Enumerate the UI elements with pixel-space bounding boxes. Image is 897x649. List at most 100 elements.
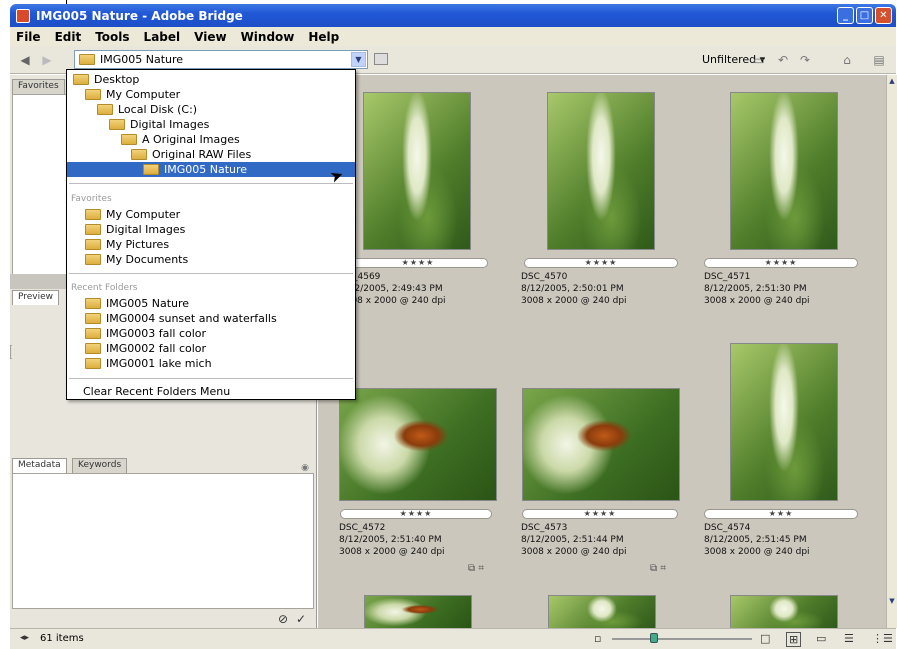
thumbnail-image[interactable] (339, 388, 497, 501)
dropdown-tree-item-selected[interactable]: IMG005 Nature (67, 162, 355, 177)
bridge-app-icon (16, 8, 30, 23)
edited-badge-icon: ⧉ ⌗ (650, 563, 666, 574)
dropdown-item-label: Original RAW Files (152, 148, 252, 161)
thumbnail-date: 8/12/2005, 2:51:30 PM (704, 284, 807, 294)
back-arrow-icon[interactable]: ◀ (18, 53, 32, 67)
folder-icon (85, 224, 101, 235)
thumbnail-image[interactable] (730, 92, 838, 250)
menu-edit[interactable]: Edit (55, 30, 82, 44)
zoom-in-icon[interactable]: □ (760, 632, 770, 645)
cancel-icon[interactable]: ⊘ (278, 612, 288, 626)
dropdown-item-label: My Documents (106, 253, 189, 266)
dropdown-tree-item[interactable]: Desktop (67, 72, 355, 87)
dropdown-favorite-item[interactable]: My Documents (67, 252, 355, 267)
folder-icon (85, 313, 101, 324)
minimize-button[interactable]: _ (837, 7, 854, 24)
filter-value: Unfiltered (702, 53, 757, 66)
rating-stars[interactable]: ★★★★ (340, 509, 492, 519)
content-area: ★★★★ _4569 8/12/2005, 2:49:43 PM 3008 x … (318, 75, 886, 628)
close-button[interactable]: ✕ (875, 7, 892, 24)
scroll-up-icon[interactable]: ▲ (887, 77, 897, 89)
dropdown-favorite-item[interactable]: My Pictures (67, 237, 355, 252)
rotate-right-icon[interactable]: ↷ (798, 53, 812, 67)
recent-folders-section-header: Recent Folders (71, 283, 138, 293)
thumbnail-image[interactable] (548, 595, 656, 628)
trash-icon[interactable]: ⌂ (840, 53, 854, 67)
zoom-out-icon[interactable]: ▫ (594, 632, 601, 645)
menu-bar: File Edit Tools Label View Window Help (10, 27, 896, 46)
dropdown-recent-item[interactable]: IMG0001 lake mich (67, 356, 355, 371)
tab-favorites[interactable]: Favorites (12, 79, 65, 94)
thumbnail-name: _4569 (353, 272, 381, 282)
rating-stars[interactable]: ★★★★ (524, 258, 678, 268)
thumbnail-name: DSC_4573 (521, 523, 568, 533)
dropdown-item-label: Desktop (94, 73, 140, 86)
apply-check-icon[interactable]: ✓ (296, 612, 306, 626)
metadata-panel (12, 473, 314, 609)
rating-stars[interactable]: ★★★★ (348, 258, 488, 268)
folder-icon (97, 104, 113, 115)
up-folder-icon[interactable] (374, 53, 388, 65)
menu-view[interactable]: View (194, 30, 226, 44)
versions-view-icon[interactable]: ⋮☰ (872, 632, 893, 645)
rating-stars[interactable]: ★★★ (704, 509, 858, 519)
menu-window[interactable]: Window (241, 30, 295, 44)
folder-icon (109, 119, 125, 130)
dropdown-item-label: IMG005 Nature (164, 163, 248, 176)
new-folder-icon[interactable]: ▭ (752, 53, 766, 67)
window-controls: _ □ ✕ (837, 7, 892, 24)
dropdown-tree-item[interactable]: My Computer (67, 87, 355, 102)
dropdown-recent-item[interactable]: IMG005 Nature (67, 296, 355, 311)
rotate-left-icon[interactable]: ↶ (776, 53, 790, 67)
scroll-down-icon[interactable]: ▼ (887, 597, 897, 609)
maximize-button[interactable]: □ (856, 7, 873, 24)
thumbnail-image[interactable] (364, 595, 472, 628)
tab-metadata[interactable]: Metadata (12, 458, 67, 473)
dropdown-item-label: IMG0004 sunset and waterfalls (106, 312, 277, 325)
thumbnail-image[interactable] (547, 92, 655, 250)
item-count: 61 items (40, 633, 84, 644)
dropdown-favorite-item[interactable]: Digital Images (67, 222, 355, 237)
menu-label[interactable]: Label (144, 30, 181, 44)
chevron-down-icon[interactable]: ▼ (351, 52, 366, 67)
details-view-icon[interactable]: ☰ (844, 632, 854, 645)
tab-preview[interactable]: Preview (12, 290, 60, 305)
path-combo[interactable]: IMG005 Nature ▼ (74, 50, 368, 69)
dropdown-tree-item[interactable]: Digital Images (67, 117, 355, 132)
title-bar: IMG005 Nature - Adobe Bridge _ □ ✕ (10, 4, 896, 27)
thumbnail-image[interactable] (522, 388, 680, 501)
thumbnail-size: 3008 x 2000 @ 240 dpi (704, 296, 810, 306)
dropdown-recent-item[interactable]: IMG0003 fall color (67, 326, 355, 341)
folder-icon (85, 298, 101, 309)
dropdown-recent-item[interactable]: IMG0002 fall color (67, 341, 355, 356)
thumbnail-size-slider[interactable] (612, 638, 752, 640)
dropdown-recent-item[interactable]: IMG0004 sunset and waterfalls (67, 311, 355, 326)
menu-file[interactable]: File (16, 30, 41, 44)
dropdown-favorite-item[interactable]: My Computer (67, 207, 355, 222)
folder-icon (85, 239, 101, 250)
thumbnail-image[interactable] (730, 343, 838, 501)
thumbnail-image[interactable] (363, 92, 471, 250)
rating-stars[interactable]: ★★★★ (704, 258, 858, 268)
thumbnail-view-icon[interactable]: ⊞ (786, 632, 802, 647)
dropdown-tree-item[interactable]: Original RAW Files (67, 147, 355, 162)
dropdown-item-label: IMG005 Nature (106, 297, 190, 310)
dropdown-item-label: My Computer (106, 88, 181, 101)
panel-toggle-icon[interactable]: ◂▸ (20, 633, 29, 643)
clear-recent-folders-item[interactable]: Clear Recent Folders Menu (67, 384, 355, 399)
forward-arrow-icon[interactable]: ▶ (40, 53, 54, 67)
thumbnail-image[interactable] (730, 595, 838, 628)
dropdown-item-label: Local Disk (C:) (118, 103, 198, 116)
compact-mode-icon[interactable]: ▤ (872, 53, 886, 67)
dropdown-tree-item[interactable]: A Original Images (67, 132, 355, 147)
dropdown-tree-item[interactable]: Local Disk (C:) (67, 102, 355, 117)
vertical-scrollbar[interactable]: ▲ ▼ (886, 75, 897, 628)
menu-tools[interactable]: Tools (95, 30, 129, 44)
filmstrip-view-icon[interactable]: ▭ (816, 632, 826, 645)
dropdown-separator (69, 273, 353, 274)
edited-badge-icon: ⧉ ⌗ (468, 563, 484, 574)
slider-handle[interactable] (650, 633, 658, 643)
menu-help[interactable]: Help (308, 30, 339, 44)
tab-keywords[interactable]: Keywords (72, 458, 128, 473)
rating-stars[interactable]: ★★★★ (522, 509, 678, 519)
